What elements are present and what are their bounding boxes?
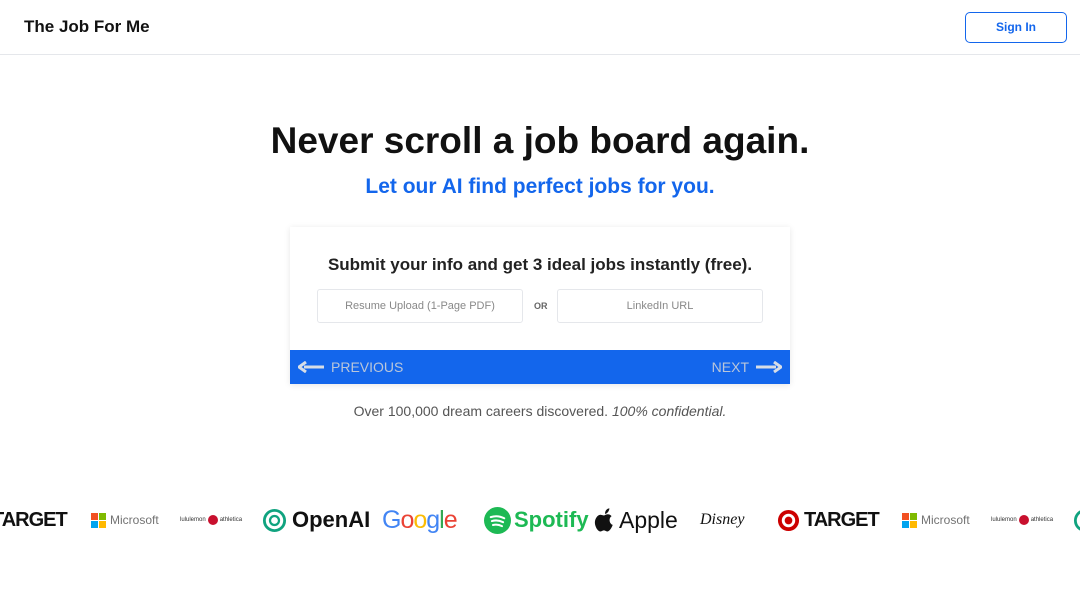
lululemon-logo: lululemon athletica	[180, 515, 243, 525]
card-navigation: PREVIOUS NEXT	[290, 350, 790, 384]
hero-title: Never scroll a job board again.	[270, 120, 810, 161]
openai-logo	[1072, 502, 1080, 538]
next-button[interactable]: NEXT	[712, 359, 782, 375]
hero-subtitle: Let our AI find perfect jobs for you.	[365, 175, 715, 198]
or-label: OR	[534, 301, 548, 311]
arrow-left-icon	[298, 361, 324, 373]
target-logo: TARGET	[0, 508, 68, 531]
microsoft-logo: Microsoft	[902, 502, 970, 538]
tagline-text: Over 100,000 dream careers discovered.	[353, 403, 609, 419]
sign-in-button[interactable]: Sign In	[965, 11, 1067, 43]
target-logo: TARGET	[777, 502, 880, 538]
arrow-right-icon	[756, 361, 782, 373]
next-label: NEXT	[711, 359, 749, 375]
linkedin-url-input[interactable]: LinkedIn URL	[557, 289, 763, 323]
previous-label: PREVIOUS	[331, 359, 404, 375]
google-logo: Google	[382, 505, 458, 534]
submit-card: Submit your info and get 3 ideal jobs in…	[290, 227, 790, 384]
disney-logo: Disney	[700, 511, 745, 528]
company-logo-strip: TARGET Microsoft lululemonathletica Open…	[0, 502, 1080, 538]
openai-logo: OpenAI	[261, 502, 370, 538]
apple-logo: Apple	[594, 502, 678, 538]
lululemon-logo: lululemon athletica	[991, 515, 1054, 525]
tagline: Over 100,000 dream careers discovered. 1…	[0, 403, 1080, 419]
brand-logo[interactable]: The Job For Me	[24, 17, 150, 37]
resume-upload-input[interactable]: Resume Upload (1-Page PDF)	[317, 289, 523, 323]
card-title: Submit your info and get 3 ideal jobs in…	[327, 255, 753, 274]
previous-button[interactable]: PREVIOUS	[298, 359, 403, 375]
header: The Job For Me Sign In	[0, 0, 1080, 55]
microsoft-logo: Microsoft	[91, 502, 159, 538]
tagline-emphasis: 100% confidential.	[611, 403, 727, 419]
spotify-logo: Spotify	[484, 502, 589, 538]
